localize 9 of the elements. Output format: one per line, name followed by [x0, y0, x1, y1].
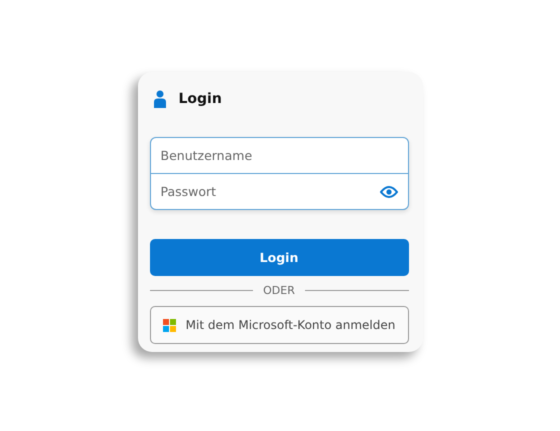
card-title: Login [178, 91, 222, 107]
four-squares-icon [162, 318, 176, 332]
user-icon [154, 90, 166, 108]
divider-label: ODER [263, 284, 295, 297]
login-button[interactable]: Login [150, 239, 408, 276]
microsoft-login-button[interactable]: Mit dem Microsoft-Konto anmelden [150, 306, 408, 344]
eye-icon[interactable] [380, 186, 398, 198]
username-field[interactable]: Benutzername [160, 148, 398, 163]
password-field[interactable]: Passwort [160, 184, 380, 199]
